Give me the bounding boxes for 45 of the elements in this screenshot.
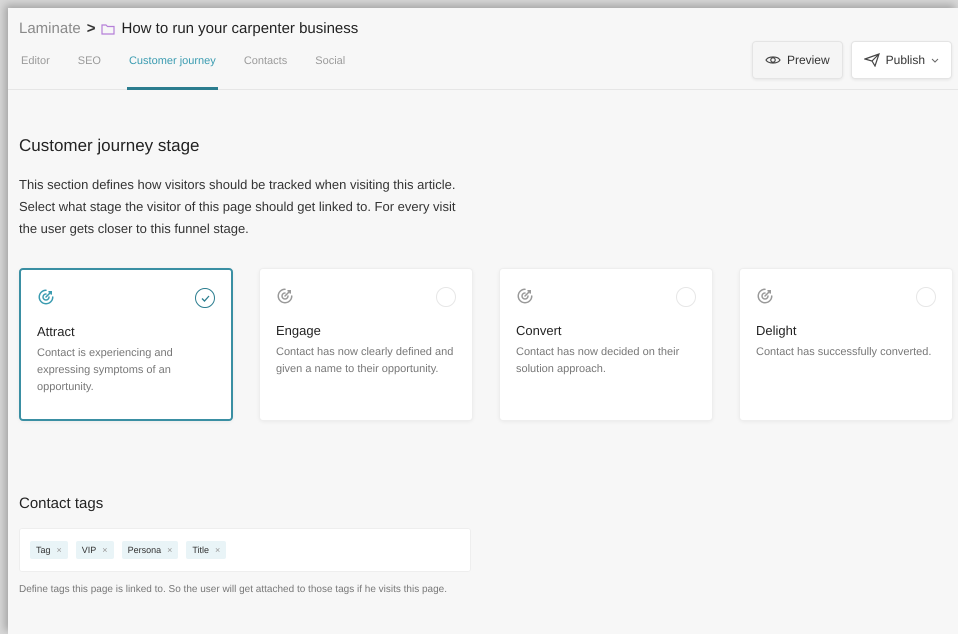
target-icon — [516, 287, 534, 305]
tag-label: Tag — [36, 545, 51, 555]
page-title: How to run your carpenter business — [121, 20, 358, 37]
tab[interactable]: Editor — [19, 55, 52, 90]
publish-button[interactable]: Publish — [850, 41, 952, 79]
stage-card[interactable]: Convert Contact has now decided on their solution approach. — [499, 268, 713, 421]
folder-icon — [101, 22, 116, 34]
preview-button[interactable]: Preview — [752, 41, 843, 79]
plane-icon — [864, 53, 880, 67]
section-description: This section defines how visitors should be tracked when visiting this article. Select what stage the visitor of this page should get linked to. For every visit the user gets closer to this funnel stage. — [19, 176, 456, 238]
help-text: Define tags this page is linked to. So the user will get attached to those tags if he visits this page. — [19, 583, 448, 597]
section-title: Customer journey stage — [19, 136, 200, 156]
tab[interactable]: SEO — [76, 55, 103, 90]
breadcrumb-parent[interactable]: Laminate — [19, 20, 81, 37]
target-icon — [756, 287, 774, 305]
tag-label: Persona — [128, 545, 162, 555]
eye-icon — [764, 54, 781, 66]
stage-description: Contact has now decided on their solution approach. — [516, 345, 680, 377]
stage-title: Attract — [37, 324, 76, 339]
stage-title: Delight — [756, 323, 798, 338]
tab[interactable]: Customer journey — [126, 55, 218, 90]
section-title: Contact tags — [19, 495, 104, 512]
stage-description: Contact is experiencing and expressing symptoms of an opportunity. — [37, 346, 174, 395]
target-icon — [276, 287, 294, 305]
tab[interactable]: Social — [313, 55, 348, 90]
tag-label: Title — [192, 545, 210, 555]
tags-field[interactable]: Tag × VIP × Persona × Title × — [19, 528, 471, 572]
remove-tag-button[interactable]: × — [56, 545, 62, 555]
stage-card[interactable]: Attract Contact is experiencing and expressing symptoms of an opportunity. — [19, 268, 233, 421]
tab[interactable]: Contacts — [242, 55, 290, 90]
target-icon — [37, 288, 55, 306]
stage-card[interactable]: Delight Contact has successfully converted. — [739, 268, 953, 421]
chevron-down-icon — [931, 58, 939, 62]
radio-button[interactable] — [195, 288, 215, 308]
remove-tag-button[interactable]: × — [215, 545, 220, 555]
stage-description: Contact has successfully converted. — [756, 345, 932, 360]
remove-tag-button[interactable]: × — [167, 545, 172, 555]
tag-label: VIP — [82, 545, 96, 555]
stage-card[interactable]: Engage Contact has now clearly defined and given a name to their opportunity. — [259, 268, 473, 421]
stage-title: Engage — [276, 323, 322, 338]
remove-tag-button[interactable]: × — [102, 545, 108, 555]
breadcrumb-separator: > — [86, 20, 96, 37]
check-icon — [200, 294, 210, 302]
stage-title: Convert — [516, 323, 563, 338]
stage-description: Contact has now clearly defined and given a name to their opportunity. — [276, 345, 454, 377]
